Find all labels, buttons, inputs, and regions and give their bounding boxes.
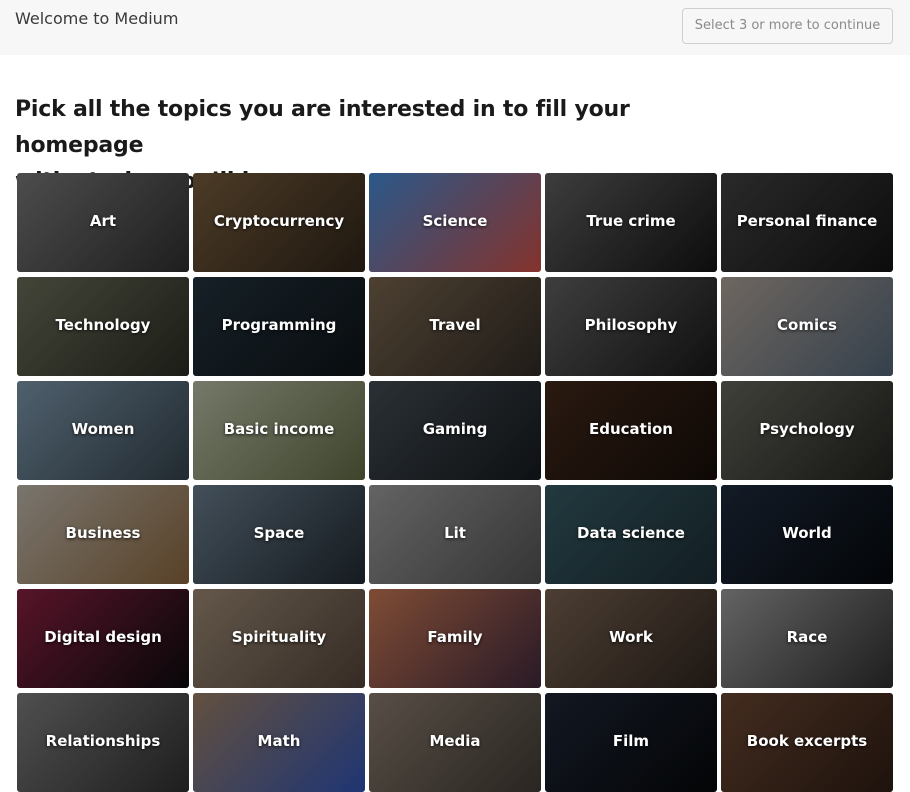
topic-tile-cryptocurrency[interactable]: Cryptocurrency <box>193 173 365 272</box>
topic-label: Women <box>71 420 135 438</box>
topic-label: Basic income <box>223 420 335 438</box>
topic-label: Business <box>65 524 141 542</box>
topic-tile-film[interactable]: Film <box>545 693 717 792</box>
topic-tile-spirituality[interactable]: Spirituality <box>193 589 365 688</box>
topic-tile-world[interactable]: World <box>721 485 893 584</box>
topic-tile-personal-finance[interactable]: Personal finance <box>721 173 893 272</box>
topic-label: True crime <box>586 212 676 230</box>
topic-tile-travel[interactable]: Travel <box>369 277 541 376</box>
topic-tile-family[interactable]: Family <box>369 589 541 688</box>
topic-tile-programming[interactable]: Programming <box>193 277 365 376</box>
continue-button[interactable]: Select 3 or more to continue <box>682 8 893 44</box>
topic-label: Technology <box>55 316 151 334</box>
topic-label: Gaming <box>422 420 488 438</box>
topic-label: Work <box>609 628 653 646</box>
topic-label: Personal finance <box>736 212 878 230</box>
topic-tile-science[interactable]: Science <box>369 173 541 272</box>
topic-label: Programming <box>221 316 337 334</box>
topic-tile-data-science[interactable]: Data science <box>545 485 717 584</box>
topic-label: Comics <box>777 316 837 334</box>
topic-label: Space <box>253 524 305 542</box>
topic-label: Spirituality <box>231 628 327 646</box>
topic-label: Relationships <box>45 732 161 750</box>
topic-tile-work[interactable]: Work <box>545 589 717 688</box>
topic-label: Cryptocurrency <box>213 212 345 230</box>
topic-tile-book-excerpts[interactable]: Book excerpts <box>721 693 893 792</box>
topic-label: Psychology <box>759 420 855 438</box>
topic-label: Philosophy <box>584 316 678 334</box>
topic-tile-comics[interactable]: Comics <box>721 277 893 376</box>
topic-label: World <box>782 524 832 542</box>
topic-tile-lit[interactable]: Lit <box>369 485 541 584</box>
topic-tile-women[interactable]: Women <box>17 381 189 480</box>
topic-tile-basic-income[interactable]: Basic income <box>193 381 365 480</box>
topic-label: Family <box>427 628 483 646</box>
topic-tile-education[interactable]: Education <box>545 381 717 480</box>
topic-tile-true-crime[interactable]: True crime <box>545 173 717 272</box>
topic-label: Art <box>89 212 117 230</box>
headline-line-1: Pick all the topics you are interested i… <box>15 97 630 158</box>
topic-tile-art[interactable]: Art <box>17 173 189 272</box>
topic-label: Digital design <box>44 628 162 646</box>
topic-tile-philosophy[interactable]: Philosophy <box>545 277 717 376</box>
topic-label: Travel <box>429 316 481 334</box>
topic-label: Race <box>786 628 828 646</box>
topic-tile-business[interactable]: Business <box>17 485 189 584</box>
topic-tile-psychology[interactable]: Psychology <box>721 381 893 480</box>
topic-tile-media[interactable]: Media <box>369 693 541 792</box>
topic-tile-race[interactable]: Race <box>721 589 893 688</box>
topic-tile-relationships[interactable]: Relationships <box>17 693 189 792</box>
topic-label: Math <box>257 732 301 750</box>
topic-tile-digital-design[interactable]: Digital design <box>17 589 189 688</box>
topic-tile-technology[interactable]: Technology <box>17 277 189 376</box>
topic-tile-space[interactable]: Space <box>193 485 365 584</box>
topic-label: Data science <box>577 524 685 542</box>
topic-tile-gaming[interactable]: Gaming <box>369 381 541 480</box>
topic-label: Media <box>429 732 481 750</box>
topic-label: Lit <box>444 524 466 542</box>
top-bar: Welcome to Medium Select 3 or more to co… <box>0 0 910 55</box>
topic-label: Science <box>422 212 488 230</box>
topic-label: Education <box>589 420 673 438</box>
topic-label: Film <box>612 732 650 750</box>
topic-tile-math[interactable]: Math <box>193 693 365 792</box>
welcome-title: Welcome to Medium <box>15 9 179 28</box>
topic-label: Book excerpts <box>746 732 868 750</box>
